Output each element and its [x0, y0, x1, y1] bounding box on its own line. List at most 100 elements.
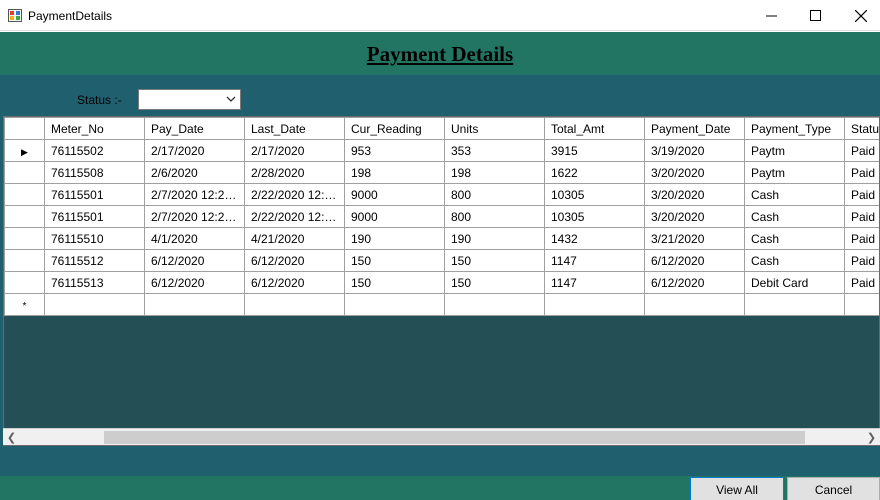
payment-grid[interactable]: Meter_No Pay_Date Last_Date Cur_Reading … [3, 116, 880, 446]
table-cell[interactable]: 9000 [344, 205, 445, 228]
table-cell[interactable]: 953 [344, 139, 445, 162]
table-cell[interactable]: 76115513 [44, 271, 145, 294]
table-cell[interactable] [444, 293, 545, 316]
table-cell[interactable]: 2/7/2020 12:23 ... [144, 205, 245, 228]
table-cell[interactable] [244, 293, 345, 316]
table-cell[interactable]: 76115502 [44, 139, 145, 162]
cancel-button[interactable]: Cancel [787, 477, 880, 500]
table-cell[interactable]: 2/6/2020 [144, 161, 245, 184]
table-cell[interactable]: 2/17/2020 [244, 139, 345, 162]
table-row[interactable]: 76115512 6/12/2020 6/12/2020 150 150 1147 6/12… [4, 249, 879, 272]
table-cell[interactable]: 4/1/2020 [144, 227, 245, 250]
column-header[interactable]: Last_Date [244, 117, 345, 140]
table-cell[interactable] [544, 293, 645, 316]
table-cell[interactable]: Paid [844, 183, 879, 206]
table-row[interactable]: 76115501 2/7/2020 12:23 ... 2/22/2020 12:2… [4, 183, 879, 206]
row-header[interactable] [4, 161, 45, 184]
table-cell[interactable]: 76115501 [44, 205, 145, 228]
scrollbar-thumb[interactable] [104, 431, 805, 444]
table-cell[interactable]: 2/22/2020 12:23... [244, 205, 345, 228]
table-row[interactable]: 76115510 4/1/2020 4/21/2020 190 190 1432 3/21/… [4, 227, 879, 250]
table-cell[interactable]: 150 [444, 271, 545, 294]
table-cell[interactable]: 6/12/2020 [644, 271, 745, 294]
table-cell[interactable]: 10305 [544, 183, 645, 206]
row-header[interactable] [4, 249, 45, 272]
table-cell[interactable]: 10305 [544, 205, 645, 228]
table-cell[interactable]: 6/12/2020 [644, 249, 745, 272]
table-cell[interactable]: 800 [444, 205, 545, 228]
table-cell[interactable]: 198 [344, 161, 445, 184]
table-cell[interactable]: 2/17/2020 [144, 139, 245, 162]
table-cell[interactable]: Paytm [744, 161, 845, 184]
row-header[interactable]: ▶ [4, 139, 45, 162]
column-header[interactable]: Total_Amt [544, 117, 645, 140]
row-header[interactable]: * [4, 293, 45, 316]
table-cell[interactable] [344, 293, 445, 316]
table-cell[interactable]: 198 [444, 161, 545, 184]
table-cell[interactable]: 9000 [344, 183, 445, 206]
minimize-button[interactable] [748, 0, 794, 31]
table-cell[interactable]: 4/21/2020 [244, 227, 345, 250]
table-cell[interactable]: 2/7/2020 12:23 ... [144, 183, 245, 206]
scroll-left-button[interactable]: ❮ [3, 429, 20, 446]
scroll-right-button[interactable]: ❯ [863, 429, 880, 446]
table-cell[interactable]: Paid [844, 161, 879, 184]
table-cell[interactable]: Paid [844, 227, 879, 250]
table-cell[interactable]: 2/22/2020 12:23... [244, 183, 345, 206]
table-cell[interactable]: Cash [744, 227, 845, 250]
table-cell[interactable]: 6/12/2020 [144, 271, 245, 294]
table-cell[interactable]: Debit Card [744, 271, 845, 294]
table-cell[interactable]: 3/20/2020 [644, 205, 745, 228]
table-cell[interactable]: 800 [444, 183, 545, 206]
row-header[interactable] [4, 183, 45, 206]
table-cell[interactable]: 150 [444, 249, 545, 272]
table-cell[interactable]: 3/21/2020 [644, 227, 745, 250]
row-header[interactable] [4, 205, 45, 228]
table-cell[interactable]: Paid [844, 249, 879, 272]
table-cell[interactable]: 150 [344, 249, 445, 272]
table-cell[interactable]: Paytm [744, 139, 845, 162]
horizontal-scrollbar[interactable]: ❮ ❯ [3, 428, 880, 445]
table-cell[interactable] [44, 293, 145, 316]
maximize-button[interactable] [792, 0, 838, 31]
table-cell[interactable]: 6/12/2020 [144, 249, 245, 272]
table-cell[interactable]: 76115501 [44, 183, 145, 206]
close-button[interactable] [838, 0, 880, 31]
table-cell[interactable] [644, 293, 745, 316]
table-cell[interactable]: 1147 [544, 249, 645, 272]
table-cell[interactable]: 2/28/2020 [244, 161, 345, 184]
table-cell[interactable]: 150 [344, 271, 445, 294]
row-header[interactable] [4, 271, 45, 294]
table-cell[interactable]: 353 [444, 139, 545, 162]
table-cell[interactable]: Paid [844, 205, 879, 228]
column-header[interactable]: Units [444, 117, 545, 140]
table-cell[interactable]: 76115512 [44, 249, 145, 272]
table-cell[interactable]: Paid [844, 271, 879, 294]
table-cell[interactable]: 6/12/2020 [244, 249, 345, 272]
column-header[interactable]: Status [844, 117, 879, 140]
table-cell[interactable]: 1622 [544, 161, 645, 184]
table-cell[interactable]: 3/20/2020 [644, 161, 745, 184]
table-row[interactable]: 76115513 6/12/2020 6/12/2020 150 150 1147 6/12… [4, 271, 879, 294]
column-header[interactable]: Cur_Reading [344, 117, 445, 140]
status-dropdown[interactable] [138, 89, 241, 110]
new-row[interactable]: * [4, 293, 879, 316]
table-cell[interactable]: Cash [744, 249, 845, 272]
table-row[interactable]: 76115508 2/6/2020 2/28/2020 198 198 1622 3/20/… [4, 161, 879, 184]
table-cell[interactable] [744, 293, 845, 316]
view-all-button[interactable]: View All [690, 477, 784, 500]
table-cell[interactable]: 190 [444, 227, 545, 250]
table-cell[interactable]: Cash [744, 205, 845, 228]
column-header[interactable]: Meter_No [44, 117, 145, 140]
table-row[interactable]: 76115501 2/7/2020 12:23 ... 2/22/2020 12:2… [4, 205, 879, 228]
table-row[interactable]: ▶ 76115502 2/17/2020 2/17/2020 953 353 3915 3/1… [4, 139, 879, 162]
table-cell[interactable]: 6/12/2020 [244, 271, 345, 294]
table-cell[interactable]: 190 [344, 227, 445, 250]
table-cell[interactable]: 1432 [544, 227, 645, 250]
row-header[interactable] [4, 227, 45, 250]
table-cell[interactable]: 3915 [544, 139, 645, 162]
table-cell[interactable]: Paid [844, 139, 879, 162]
table-cell[interactable]: 76115508 [44, 161, 145, 184]
table-cell[interactable] [144, 293, 245, 316]
table-cell[interactable]: 3/20/2020 [644, 183, 745, 206]
